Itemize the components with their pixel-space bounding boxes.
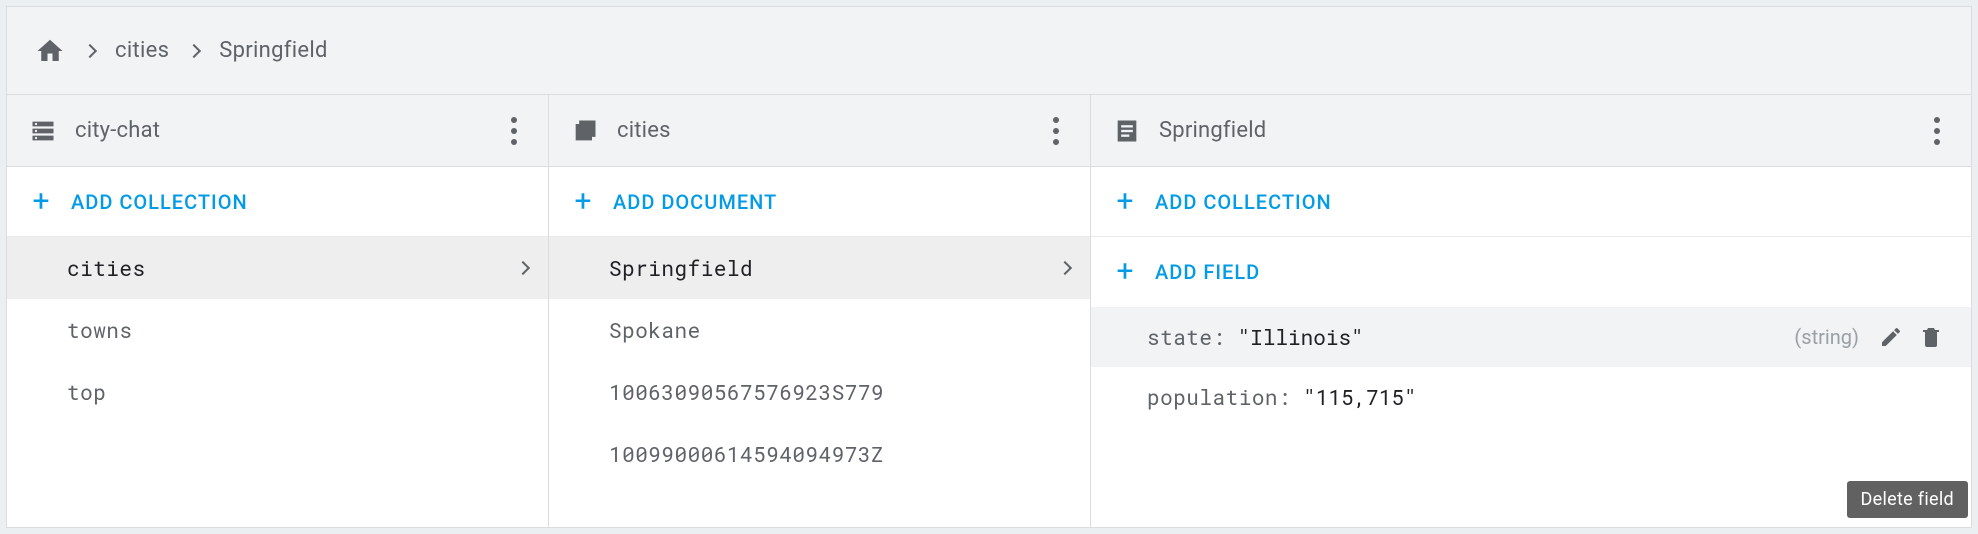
field-key: population:: [1147, 383, 1291, 411]
row-label: towns: [67, 316, 528, 344]
tooltip-delete-field: Delete field: [1847, 481, 1969, 518]
document-row[interactable]: 10063090567576923S779: [549, 361, 1090, 423]
field-type: (string): [1794, 325, 1859, 349]
document-icon: [1113, 117, 1141, 145]
field-row[interactable]: state: "Illinois" (string): [1091, 307, 1971, 367]
collection-row[interactable]: cities: [7, 237, 548, 299]
delete-icon[interactable]: [1911, 317, 1951, 357]
add-label: ADD DOCUMENT: [613, 190, 777, 214]
row-label: Spokane: [609, 316, 1070, 344]
add-field-button[interactable]: + ADD FIELD: [1091, 237, 1971, 307]
panel-header: cities: [549, 95, 1090, 167]
add-label: ADD FIELD: [1155, 260, 1260, 284]
panel-header: Springfield: [1091, 95, 1971, 167]
panel-title: city-chat: [75, 118, 498, 143]
chevron-right-icon: [516, 261, 530, 275]
add-collection-button[interactable]: + ADD COLLECTION: [1091, 167, 1971, 237]
row-label: top: [67, 378, 528, 406]
field-key: state:: [1147, 323, 1226, 351]
kebab-menu[interactable]: [1921, 109, 1953, 153]
field-value: "115,715": [1303, 383, 1416, 411]
kebab-menu[interactable]: [498, 109, 530, 153]
row-label: 10099000614594094973Z: [609, 440, 1070, 468]
document-row[interactable]: 10099000614594094973Z: [549, 423, 1090, 485]
row-label: Springfield: [609, 254, 1060, 282]
breadcrumb-item[interactable]: Springfield: [219, 38, 327, 63]
chevron-right-icon: [187, 43, 201, 57]
panel-root: city-chat + ADD COLLECTION cities towns: [7, 95, 549, 527]
collection-icon: [571, 117, 599, 145]
collection-row[interactable]: towns: [7, 299, 548, 361]
panel-title: cities: [617, 118, 1040, 143]
breadcrumb: cities Springfield: [7, 7, 1971, 95]
kebab-menu[interactable]: [1040, 109, 1072, 153]
panel-collection: cities + ADD DOCUMENT Springfield Spokan…: [549, 95, 1091, 527]
row-label: cities: [67, 254, 518, 282]
panel-title: Springfield: [1159, 118, 1921, 143]
add-collection-button[interactable]: + ADD COLLECTION: [7, 167, 548, 237]
add-document-button[interactable]: + ADD DOCUMENT: [549, 167, 1090, 237]
edit-icon[interactable]: [1871, 317, 1911, 357]
breadcrumb-item[interactable]: cities: [115, 38, 169, 63]
panel-header: city-chat: [7, 95, 548, 167]
add-label: ADD COLLECTION: [71, 190, 248, 214]
field-value: "Illinois": [1238, 323, 1364, 351]
panel-document: Springfield + ADD COLLECTION + ADD FIELD…: [1091, 95, 1971, 527]
chevron-right-icon: [83, 43, 97, 57]
document-row[interactable]: Springfield: [549, 237, 1090, 299]
collection-row[interactable]: top: [7, 361, 548, 423]
row-label: 10063090567576923S779: [609, 378, 1070, 406]
home-icon[interactable]: [35, 36, 65, 66]
document-row[interactable]: Spokane: [549, 299, 1090, 361]
add-label: ADD COLLECTION: [1155, 190, 1332, 214]
chevron-right-icon: [1058, 261, 1072, 275]
field-row[interactable]: population: "115,715": [1091, 367, 1971, 427]
database-icon: [29, 117, 57, 145]
